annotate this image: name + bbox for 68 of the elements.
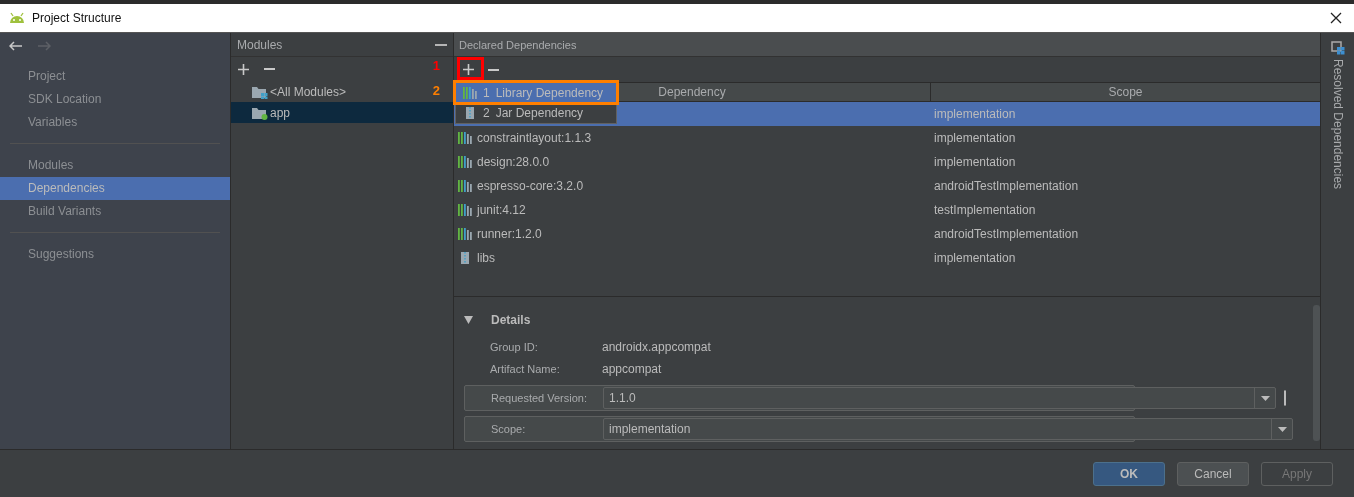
folder-icon	[252, 84, 268, 99]
field-value: appcompat	[602, 362, 662, 376]
dropdown-field[interactable]: implementation	[603, 418, 1293, 440]
table-cell: implementation	[934, 155, 1016, 169]
table-cell: androidTestImplementation	[934, 179, 1079, 193]
panel-title: Modules	[237, 37, 283, 52]
sidebar-item[interactable]: Project	[0, 65, 230, 88]
panel-title: Declared Dependencies	[459, 38, 577, 51]
table-cell: implementation	[934, 251, 1016, 265]
field-label: Requested Version:	[491, 392, 588, 404]
table-cell: espresso-core:3.2.0	[477, 179, 584, 193]
dropdown-field[interactable]: 1.1.0	[603, 387, 1276, 409]
section-title: Details	[491, 313, 531, 327]
dialog-button[interactable]: OK	[1093, 461, 1165, 486]
sidebar-item[interactable]: SDK Location	[0, 88, 230, 111]
table-row[interactable]: junit:4.12 testImplementation	[454, 198, 1320, 222]
sidebar-item[interactable]: Build Variants	[0, 200, 230, 223]
sidebar-item[interactable]: Modules	[0, 154, 230, 177]
dependencies-icon[interactable]	[1330, 41, 1345, 55]
table-cell: constraintlayout:1.1.3	[477, 131, 592, 145]
scrollbar[interactable]	[1313, 305, 1320, 441]
library-icon	[458, 132, 472, 144]
table-row[interactable]: constraintlayout:1.1.3 implementation	[454, 126, 1320, 150]
jar-icon	[463, 107, 477, 119]
table-cell: runner:1.2.0	[477, 227, 542, 241]
table-row[interactable]: runner:1.2.0 androidTestImplementation	[454, 222, 1320, 246]
table-cell: implementation	[934, 107, 1016, 121]
sidebar-item[interactable]: Suggestions	[0, 243, 230, 266]
add-icon[interactable]	[238, 63, 249, 75]
library-icon	[458, 204, 472, 216]
field-value: androidx.appcompat	[602, 340, 711, 354]
menu-item[interactable]: 1 Library Dependency	[456, 83, 616, 103]
table-cell: junit:4.12	[477, 203, 526, 217]
table-row[interactable]: design:28.0.0 implementation	[454, 150, 1320, 174]
annotation-number: 1	[432, 58, 440, 73]
column-header[interactable]: Scope	[931, 83, 1320, 101]
side-tab[interactable]: Resolved Dependencies	[1330, 59, 1345, 190]
sidebar-item[interactable]: Variables	[0, 111, 230, 134]
back-arrow-icon[interactable]	[9, 41, 23, 51]
dialog-button[interactable]: Cancel	[1177, 461, 1249, 486]
minimize-icon[interactable]	[435, 43, 447, 46]
table-row[interactable]: espresso-core:3.2.0 androidTestImplementation	[454, 174, 1320, 198]
library-icon	[458, 228, 472, 240]
sidebar-item[interactable]: Dependencies	[0, 177, 230, 200]
remove-icon[interactable]	[488, 68, 499, 71]
field-label: Artifact Name:	[490, 363, 561, 375]
table-cell: testImplementation	[934, 203, 1036, 217]
window-title: Project Structure	[32, 11, 122, 25]
menu-item[interactable]: 2 Jar Dependency	[456, 103, 616, 123]
table-row[interactable]: libs implementation	[454, 246, 1320, 270]
close-icon[interactable]	[1330, 12, 1342, 24]
field-label: Scope:	[491, 423, 527, 435]
table-cell: implementation	[934, 131, 1016, 145]
caret-icon[interactable]	[1260, 395, 1270, 401]
field-label: Group ID:	[490, 341, 539, 353]
library-icon	[463, 87, 477, 99]
library-icon	[458, 156, 472, 168]
table-cell: libs	[477, 251, 495, 265]
table-cell: design:28.0.0	[477, 155, 550, 169]
module-item[interactable]: <All Modules>	[231, 81, 423, 102]
annotation-number: 2	[432, 83, 440, 98]
folder-icon	[252, 105, 268, 120]
caret-icon[interactable]	[1277, 426, 1287, 432]
table-cell: androidTestImplementation	[934, 227, 1079, 241]
android-logo-icon	[8, 12, 26, 24]
collapse-triangle-icon[interactable]	[464, 316, 473, 324]
jar-icon	[458, 252, 472, 264]
library-icon	[458, 180, 472, 192]
